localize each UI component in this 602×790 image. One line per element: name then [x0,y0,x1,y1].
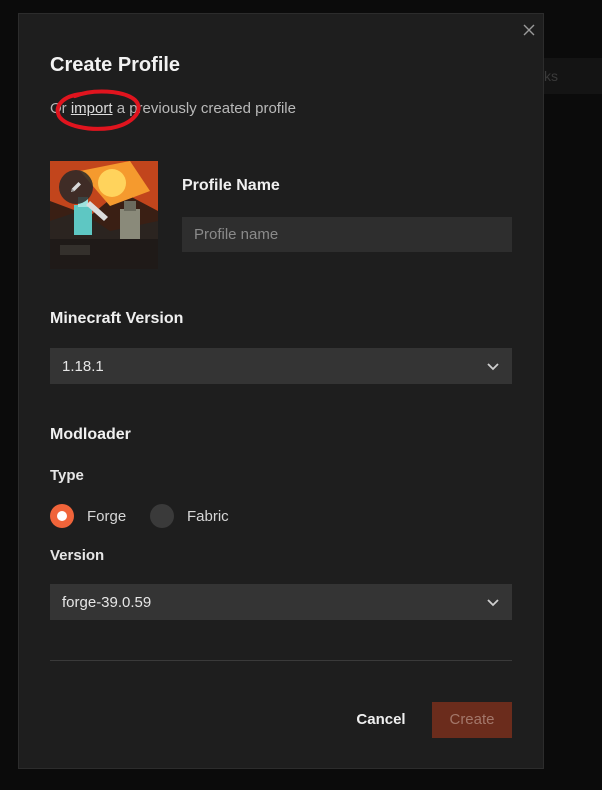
minecraft-version-select[interactable]: 1.18.1 [50,348,512,384]
edit-image-badge[interactable] [59,170,93,204]
radio-forge-label: Forge [87,507,127,525]
subtitle-prefix: Or [50,100,67,117]
type-label: Type [50,467,84,484]
minecraft-version-label: Minecraft Version [50,310,184,327]
profile-image-button[interactable] [50,161,158,269]
chevron-down-icon [487,363,499,371]
pencil-icon [71,182,81,192]
forge-version-value: forge-39.0.59 [62,593,152,611]
profile-name-input[interactable] [182,217,512,252]
forge-version-select[interactable]: forge-39.0.59 [50,584,512,620]
footer-divider [50,660,512,661]
subtitle-suffix: a previously created profile [116,100,296,117]
create-button[interactable]: Create [432,702,512,738]
minecraft-version-value: 1.18.1 [62,357,104,375]
radio-forge[interactable]: Forge [50,504,126,528]
radio-fabric[interactable]: Fabric [150,504,229,528]
radio-forge-indicator [50,504,74,528]
create-profile-modal: Create Profile Or import a previously cr… [18,13,544,769]
radio-fabric-indicator [150,504,174,528]
chevron-down-icon [487,599,499,607]
import-link[interactable]: import [71,100,113,117]
background-tab-text: ks [544,68,558,84]
import-subtitle: Or import a previously created profile [50,100,296,117]
modloader-label: Modloader [50,426,131,443]
profile-name-label: Profile Name [182,177,280,194]
close-icon[interactable] [521,22,537,38]
radio-fabric-label: Fabric [187,507,229,525]
modal-title: Create Profile [50,54,181,76]
version-label: Version [50,547,105,564]
cancel-button[interactable]: Cancel [341,702,421,738]
